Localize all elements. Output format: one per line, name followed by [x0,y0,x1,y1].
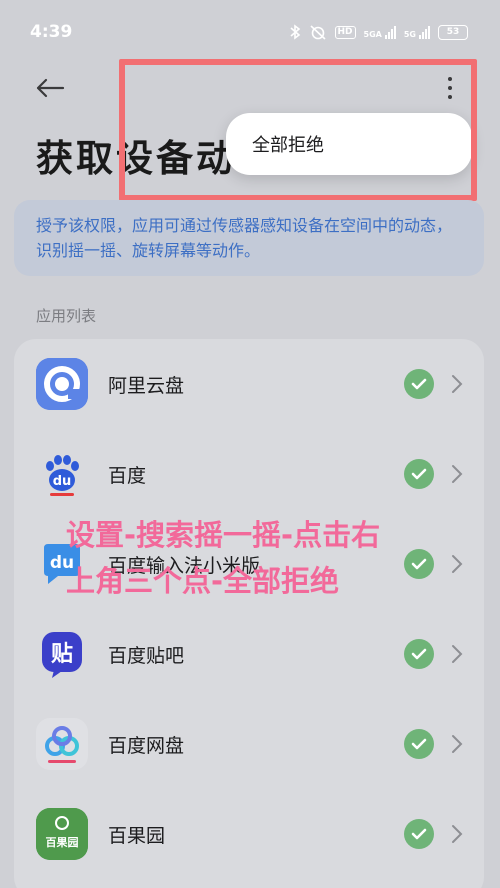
menu-item-reject-all[interactable]: 全部拒绝 [252,131,324,157]
app-name: 百果园 [108,824,166,847]
permission-description: 授予该权限，应用可通过传感器感知设备在空间中的动态，识别摇一摇、旋转屏幕等动作。 [14,200,484,276]
check-icon[interactable] [404,639,434,669]
more-dot-icon [448,86,452,90]
list-item[interactable]: du 百度输入法小米版 [14,519,484,609]
app-name: 百度贴吧 [108,644,185,667]
battery-level: 53 [446,26,460,37]
app-name: 百度 [108,464,147,487]
aliyun-drive-icon [36,358,88,410]
signal-5ga-icon: 5GA [364,25,396,39]
baidu-netdisk-icon [36,718,88,770]
list-item[interactable]: du 百度 [14,429,484,519]
alarm-off-icon [309,25,326,40]
tieba-icon-text: 贴 [51,641,73,667]
baidu-icon-text: du [53,474,72,489]
check-icon[interactable] [404,729,434,759]
status-bar: 4:39 HD 5GA 5G 53 [0,0,500,64]
baidu-tieba-icon: 贴 [36,628,88,680]
list-item[interactable]: 百度网盘 [14,699,484,789]
bluetooth-icon [289,24,300,40]
hd-badge: HD [334,25,356,39]
signal-5g-icon: 5G [404,25,430,39]
chevron-right-icon [451,553,465,575]
baidu-input-icon: du [36,538,88,590]
check-icon[interactable] [404,459,434,489]
list-item[interactable]: 贴 百度贴吧 [14,609,484,699]
app-name: 百度输入法小米版 [108,554,261,577]
more-options-button[interactable] [430,68,470,108]
back-arrow-icon [36,78,65,98]
more-dot-icon [448,95,452,99]
app-list: 阿里云盘 du 百度 du 百度输入法小米版 贴 百度贴吧 百度网盘 百果园 百… [14,339,484,888]
list-item[interactable]: 阿里云盘 [14,339,484,429]
baiguoyuan-icon-text: 百果园 [46,836,79,849]
app-name: 阿里云盘 [108,374,185,397]
battery-icon: 53 [438,24,468,40]
popup-menu: 全部拒绝 [226,113,472,175]
status-time: 4:39 [30,22,73,42]
list-item[interactable]: 百果园 百果园 [14,789,484,879]
more-dot-icon [448,77,452,81]
check-icon[interactable] [404,369,434,399]
chevron-right-icon [451,823,465,845]
chevron-right-icon [451,463,465,485]
baidu-ime-icon-text: du [50,553,74,573]
back-button[interactable] [30,68,70,108]
baidu-icon: du [36,448,88,500]
check-icon[interactable] [404,549,434,579]
chevron-right-icon [451,643,465,665]
page-title: 获取设备动 [36,137,236,180]
baiguoyuan-icon: 百果园 [36,808,88,860]
status-icons: HD 5GA 5G 53 [289,24,468,40]
check-icon[interactable] [404,819,434,849]
section-label: 应用列表 [36,307,97,325]
app-name: 百度网盘 [108,734,185,757]
chevron-right-icon [451,733,465,755]
chevron-right-icon [451,373,465,395]
